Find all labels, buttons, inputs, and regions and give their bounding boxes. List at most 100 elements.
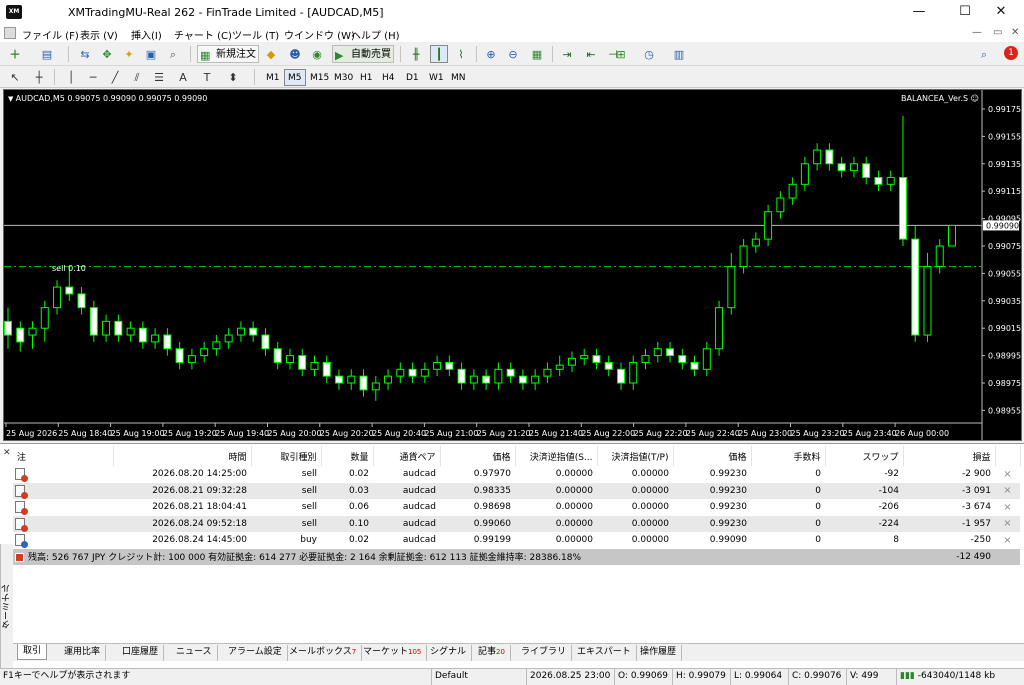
candlestick-chart[interactable]: 0.991750.991550.991350.991150.990950.990… [4, 90, 1021, 440]
menu-window[interactable]: ウインドウ (W) [284, 27, 355, 42]
menu-help[interactable]: ヘルプ (H) [351, 27, 400, 42]
status-profile[interactable]: Default [432, 669, 527, 685]
close-button[interactable]: ✕ [978, 0, 1024, 26]
terminal-icon[interactable]: ▣ [142, 45, 160, 63]
metaeditor-icon[interactable]: ◆ [262, 45, 280, 63]
minimize-button[interactable]: — [896, 0, 942, 26]
tab-11[interactable]: 操作履歴 [635, 645, 683, 661]
mdi-minimize-button[interactable]: — [972, 27, 982, 38]
tab-10[interactable]: エキスパート [572, 645, 637, 661]
col-take-profit[interactable]: 決済指値(T/P) [597, 446, 674, 466]
community-icon[interactable]: ☻ [286, 45, 304, 63]
col-stop-loss[interactable]: 決済逆指値(S... [515, 446, 598, 466]
tab-9[interactable]: ライブラリ [516, 645, 573, 661]
tab-7[interactable]: シグナル [425, 645, 473, 661]
zoom-out-icon[interactable]: ⊖ [504, 45, 522, 63]
zoom-in-icon[interactable]: ⊕ [482, 45, 500, 63]
autoscroll-icon[interactable]: ⇤ [582, 45, 600, 63]
col-time[interactable]: 時間 [113, 446, 252, 466]
data-window-icon[interactable]: ✥ [98, 45, 116, 63]
trade-row[interactable]: 2026.08.20 14:25:00 sell 0.02 audcad 0.97970… [13, 466, 1020, 483]
chart-window[interactable]: 0.99175 0.99155 0.99135 0.99115 0.99095 0.990… [3, 89, 1022, 441]
mdi-restore-button[interactable]: ▭ [993, 27, 1002, 38]
menu-chart[interactable]: チャート (C) [174, 27, 232, 42]
col-profit[interactable]: 損益 [903, 446, 996, 466]
cursor-icon[interactable]: ↖ [6, 68, 24, 86]
notification-badge[interactable]: 1 [1004, 46, 1018, 60]
equidistant-channel-icon[interactable]: ⫽ [128, 68, 146, 86]
profiles-icon[interactable]: ▤ [38, 45, 56, 63]
candle-body [653, 348, 662, 357]
timeframe-d1[interactable]: D1 [402, 69, 423, 86]
new-chart-icon[interactable]: ＋ [6, 45, 24, 63]
text-icon[interactable]: A [174, 68, 192, 86]
timeframe-h4[interactable]: H4 [378, 69, 399, 86]
close-position-icon[interactable]: × [995, 515, 1020, 532]
status-connection[interactable]: ▮▮▮ -643040/1148 kb [897, 669, 1024, 685]
timeframe-m30[interactable]: M30 [330, 69, 357, 86]
vertical-line-icon[interactable]: │ [62, 68, 80, 86]
col-commission[interactable]: 手数料 [751, 446, 826, 466]
search-icon[interactable]: ⌕ [975, 45, 993, 63]
periodicity-icon[interactable]: ◷ [640, 45, 658, 63]
close-position-icon[interactable]: × [995, 532, 1020, 549]
fibonacci-icon[interactable]: ☰ [150, 68, 168, 86]
candle-body [629, 361, 638, 384]
indicators-icon[interactable]: ⊞ [612, 45, 630, 63]
tab-6[interactable]: マーケット105 [358, 645, 428, 661]
col-price[interactable]: 価格 [440, 446, 516, 466]
close-position-icon[interactable]: × [995, 482, 1020, 499]
trade-row[interactable]: 2026.08.24 14:45:00 buy 0.02 audcad 0.99199 0… [13, 532, 1020, 549]
tab-8[interactable]: 記事20 [473, 645, 511, 661]
timeframe-mn[interactable]: MN [447, 69, 470, 86]
mdi-close-button[interactable]: ✕ [1011, 27, 1019, 38]
cell-price: 0.97970 [473, 469, 511, 480]
trade-row[interactable]: 2026.08.21 18:04:41 sell 0.06 audcad 0.98698… [13, 499, 1020, 516]
menu-tools[interactable]: ツール (T) [232, 27, 279, 42]
timeframe-w1[interactable]: W1 [425, 69, 448, 86]
candlestick-icon[interactable]: ┃ [430, 45, 448, 63]
trade-row[interactable]: 2026.08.24 09:52:18 sell 0.10 audcad 0.99060… [13, 515, 1020, 532]
tab-5[interactable]: メールボックス7 [284, 645, 363, 661]
bar-chart-icon[interactable]: ╫ [407, 45, 425, 63]
trendline-icon[interactable]: ╱ [106, 68, 124, 86]
candle-body [212, 341, 221, 350]
col-symbol[interactable]: 通貨ペア [373, 446, 441, 466]
chart-window-icon[interactable] [4, 27, 16, 39]
tab-3[interactable]: ニュース [171, 645, 218, 661]
tile-windows-icon[interactable]: ▦ [528, 45, 546, 63]
col-type[interactable]: 取引種別 [251, 446, 322, 466]
menu-view[interactable]: 表示 (V) [80, 27, 118, 42]
chart-shift-icon[interactable]: ⇥ [558, 45, 576, 63]
timeframe-m1[interactable]: M1 [262, 69, 284, 86]
line-chart-icon[interactable]: ⌇ [452, 45, 470, 63]
vps-icon[interactable]: ◉ [308, 45, 326, 63]
timeframe-h1[interactable]: H1 [356, 69, 377, 86]
market-watch-icon[interactable]: ⇆ [76, 45, 94, 63]
trade-row[interactable]: 2026.08.21 09:32:28 sell 0.03 audcad 0.98335… [13, 482, 1020, 499]
navigator-icon[interactable]: ✦ [120, 45, 138, 63]
arrows-icon[interactable]: ⬍ [224, 68, 242, 86]
terminal-close-icon[interactable]: ✕ [3, 448, 11, 458]
timeframe-m5[interactable]: M5 [284, 69, 306, 86]
tab-4[interactable]: アラーム設定 [223, 645, 288, 661]
col-swap[interactable]: スワップ [825, 446, 904, 466]
strategy-tester-icon[interactable]: ⌕ [164, 45, 182, 63]
text-label-icon[interactable]: T [198, 68, 216, 86]
col-current-price[interactable]: 価格 [673, 446, 752, 466]
templates-icon[interactable]: ▥ [670, 45, 688, 63]
price-tick-label: 0.99155 [988, 132, 1021, 141]
close-position-icon[interactable]: × [995, 499, 1020, 516]
tab-0[interactable]: 取引 [17, 644, 48, 660]
crosshair-icon[interactable]: ┼ [30, 68, 48, 86]
menu-file[interactable]: ファイル (F) [22, 27, 79, 42]
tab-1[interactable]: 運用比率 [59, 645, 107, 661]
autotrading-button[interactable]: ▶ 自動売買 [332, 45, 394, 63]
col-volume[interactable]: 数量 [321, 446, 374, 466]
new-order-button[interactable]: ▦ 新規注文 [197, 45, 259, 63]
horizontal-line-icon[interactable]: ─ [84, 68, 102, 86]
close-position-icon[interactable]: × [995, 466, 1020, 483]
tab-2[interactable]: 口座履歴 [117, 645, 165, 661]
col-order[interactable]: 注 [13, 446, 114, 466]
menu-insert[interactable]: 挿入(I) [131, 27, 162, 42]
